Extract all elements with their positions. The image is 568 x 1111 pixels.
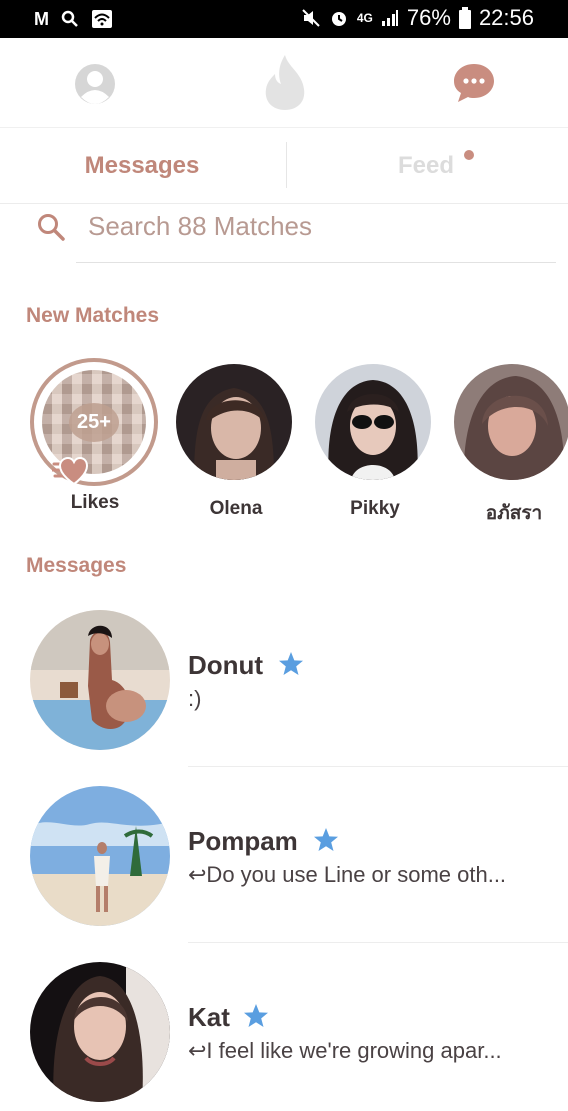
- search-icon: [38, 214, 65, 241]
- likes-ring: 25+: [30, 358, 158, 486]
- segmented-tabs: Messages Feed: [0, 128, 568, 204]
- feed-notification-dot: [464, 150, 474, 160]
- avatar: [454, 364, 568, 480]
- profile-icon[interactable]: [74, 63, 116, 105]
- status-notifications: M: [34, 7, 113, 31]
- flame-icon[interactable]: [262, 53, 308, 111]
- message-preview: ↩I feel like we're growing apar...: [188, 1038, 502, 1063]
- star-icon: [279, 652, 303, 675]
- search-input[interactable]: [88, 206, 548, 246]
- avatar: [30, 962, 170, 1102]
- avatar: [176, 364, 292, 480]
- search-notification-icon: [61, 10, 78, 27]
- chat-bubble-icon[interactable]: [453, 63, 495, 103]
- likes-count-badge: 25+: [69, 402, 119, 442]
- message-preview: :): [188, 686, 202, 711]
- signal-icon: [381, 10, 398, 26]
- match-name: Olena: [209, 498, 263, 519]
- new-matches-title: New Matches: [26, 304, 160, 327]
- m-notification-icon: M: [34, 9, 49, 29]
- message-item-pompam[interactable]: Pompam ↩Do you use Line or some oth...: [0, 786, 568, 946]
- status-bar: M 4G 76% 22:56: [0, 0, 568, 38]
- match-name: อภัสรา: [485, 503, 543, 524]
- wifi-icon: [92, 10, 112, 28]
- mute-icon: [302, 9, 320, 27]
- status-system: 4G 76% 22:56: [301, 5, 534, 31]
- top-navigation: [0, 38, 568, 128]
- divider: [188, 942, 568, 943]
- battery-percent: 76%: [406, 5, 451, 30]
- search-underline: [76, 262, 556, 263]
- avatar: [315, 364, 431, 480]
- search-bar: [0, 204, 568, 264]
- avatar: [30, 610, 170, 750]
- message-name: Donut: [188, 650, 264, 680]
- messages-title: Messages: [26, 554, 127, 577]
- clock: 22:56: [478, 5, 534, 30]
- message-item-kat[interactable]: Kat ↩I feel like we're growing apar...: [0, 962, 568, 1111]
- message-name: Pompam: [188, 826, 298, 856]
- match-name: Pikky: [350, 498, 400, 519]
- star-icon: [314, 828, 338, 851]
- network-type: 4G: [356, 11, 373, 25]
- tab-messages[interactable]: Messages: [0, 128, 284, 204]
- message-name: Kat: [188, 1002, 230, 1032]
- divider: [188, 766, 568, 767]
- new-matches-row: 25+ Likes Olena Pikky อภัสรา: [0, 358, 568, 524]
- avatar: [30, 786, 170, 926]
- alarm-icon: [331, 12, 346, 26]
- battery-icon: [458, 7, 471, 29]
- message-preview: ↩Do you use Line or some oth...: [188, 862, 507, 887]
- star-icon: [244, 1004, 268, 1027]
- likes-label: Likes: [70, 492, 120, 513]
- heart-icon: [52, 456, 88, 486]
- message-item-donut[interactable]: Donut :): [0, 610, 568, 770]
- tab-feed[interactable]: Feed: [284, 128, 568, 204]
